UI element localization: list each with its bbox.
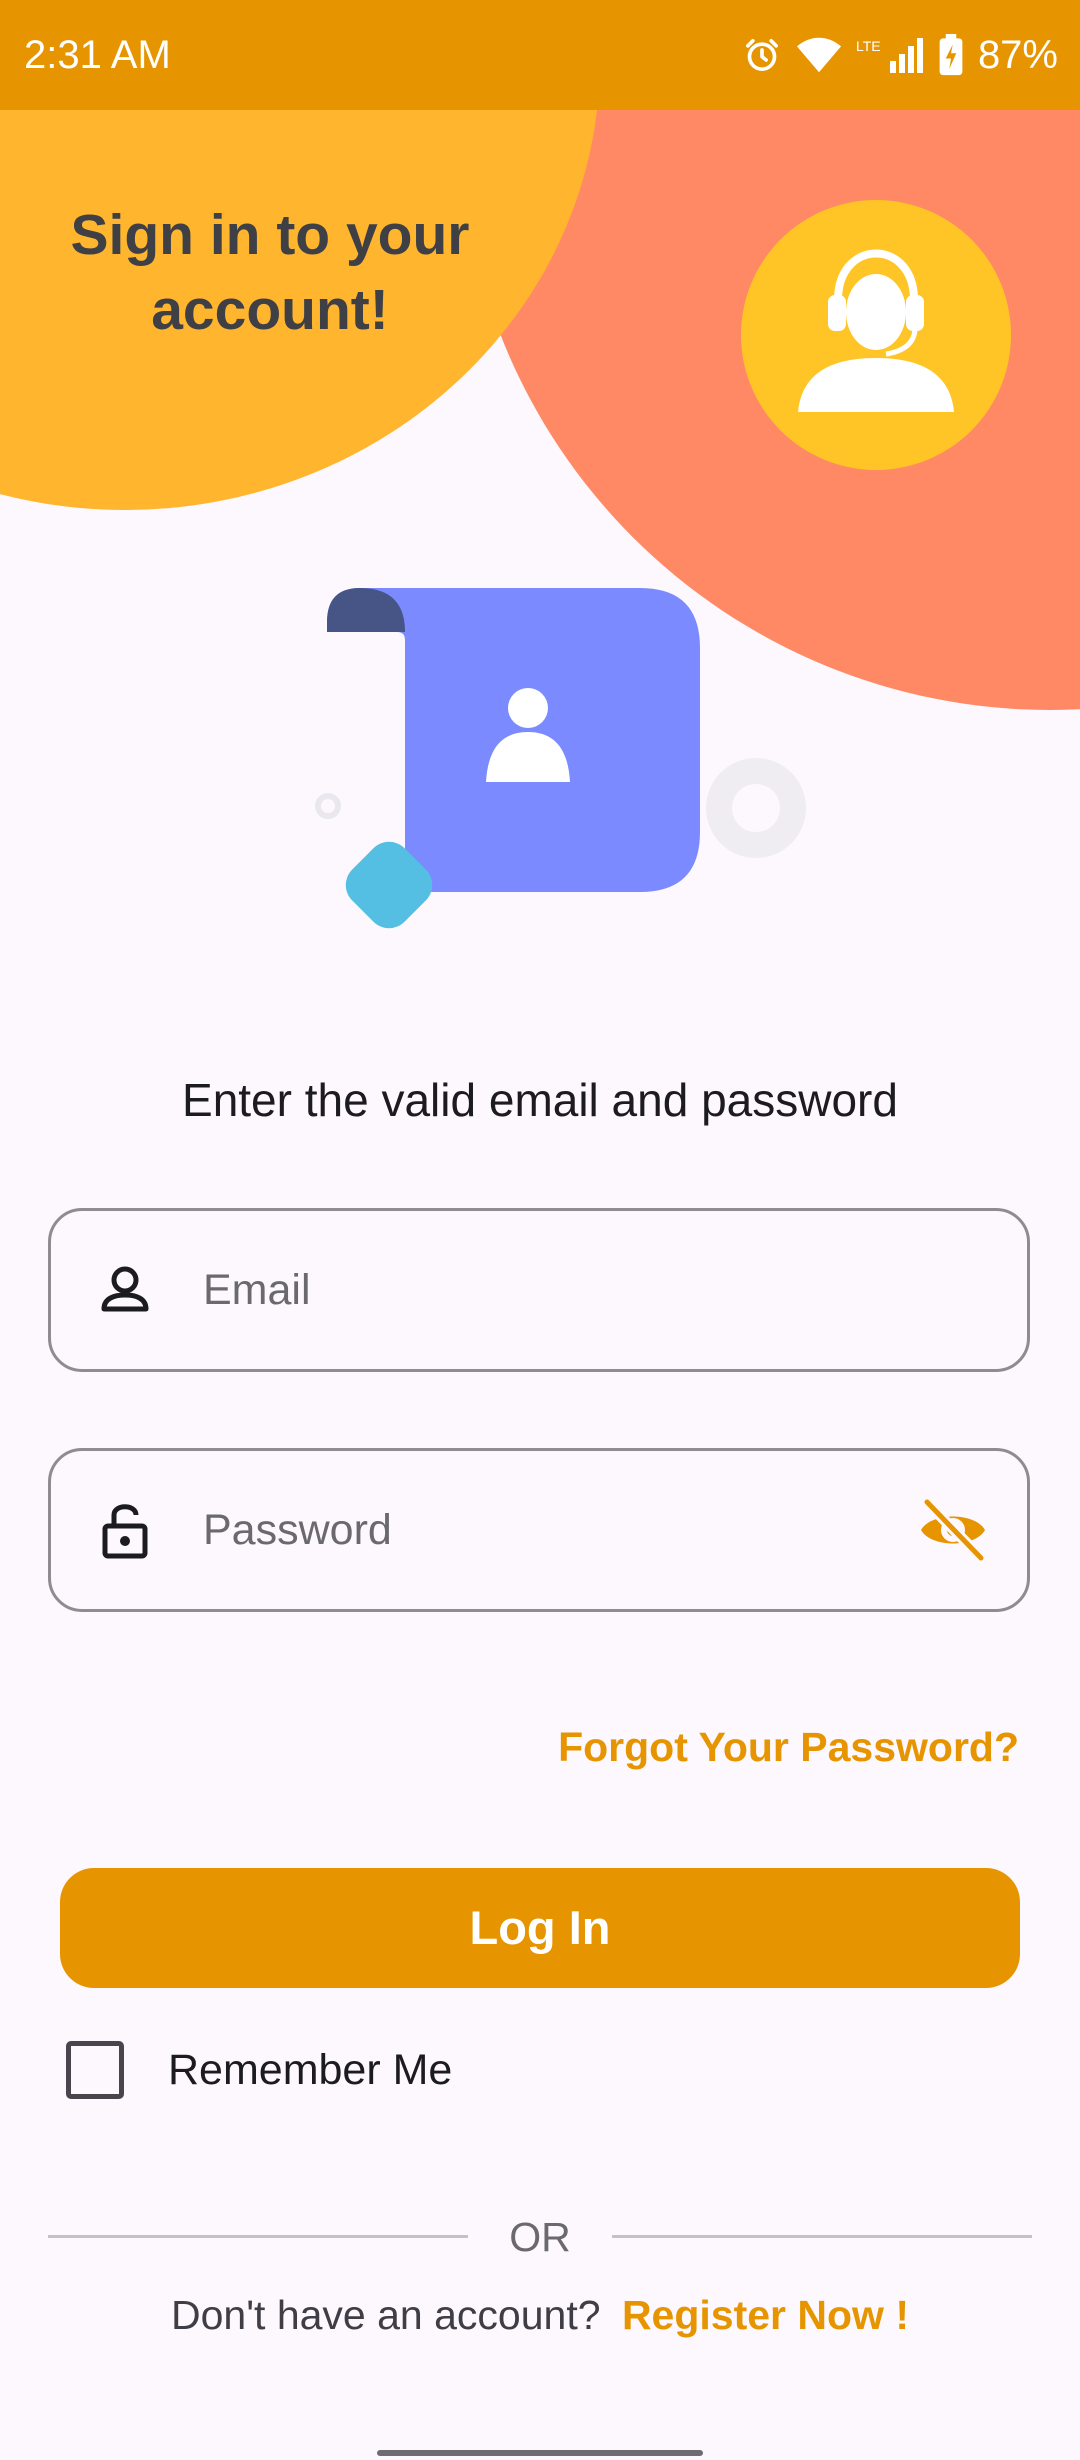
forgot-password-link[interactable]: Forgot Your Password? <box>558 1720 1019 1774</box>
cell-signal-icon: LTE <box>856 35 924 75</box>
customer-support-headset-icon <box>741 200 1011 470</box>
password-input[interactable] <box>203 1451 923 1609</box>
wifi-icon <box>796 35 842 75</box>
email-field[interactable] <box>48 1208 1030 1372</box>
remember-me-label[interactable]: Remember Me <box>168 2040 452 2100</box>
register-row: Don't have an account? Register Now ! <box>0 2285 1080 2345</box>
alarm-icon <box>742 35 782 75</box>
network-type-label: LTE <box>856 38 881 54</box>
person-outline-icon <box>95 1260 155 1320</box>
visibility-off-icon[interactable] <box>915 1492 991 1568</box>
battery-charging-icon <box>938 34 964 76</box>
status-bar: 2:31 AM LTE 87% <box>0 0 1080 110</box>
page-title: Sign in to your account! <box>70 203 470 342</box>
email-input[interactable] <box>203 1211 923 1369</box>
register-link[interactable]: Register Now ! <box>622 2292 909 2338</box>
remember-me-checkbox[interactable] <box>66 2041 124 2099</box>
lock-open-icon <box>95 1500 155 1560</box>
login-screen: 2:31 AM LTE 87% Sign in to your account!… <box>0 0 1080 2460</box>
status-icons: LTE 87% <box>742 28 1058 82</box>
form-instruction: Enter the valid email and password <box>182 1074 898 1126</box>
user-profile-document-icon <box>300 570 820 950</box>
divider-right <box>612 2235 1032 2238</box>
register-prompt: Don't have an account? <box>171 2292 601 2338</box>
battery-percent: 87% <box>977 33 1058 77</box>
password-field[interactable] <box>48 1448 1030 1612</box>
status-time: 2:31 AM <box>24 33 171 77</box>
home-indicator[interactable] <box>377 2450 703 2456</box>
or-divider-label: OR <box>509 2214 571 2260</box>
divider-left <box>48 2235 468 2238</box>
login-button[interactable]: Log In <box>60 1868 1020 1988</box>
